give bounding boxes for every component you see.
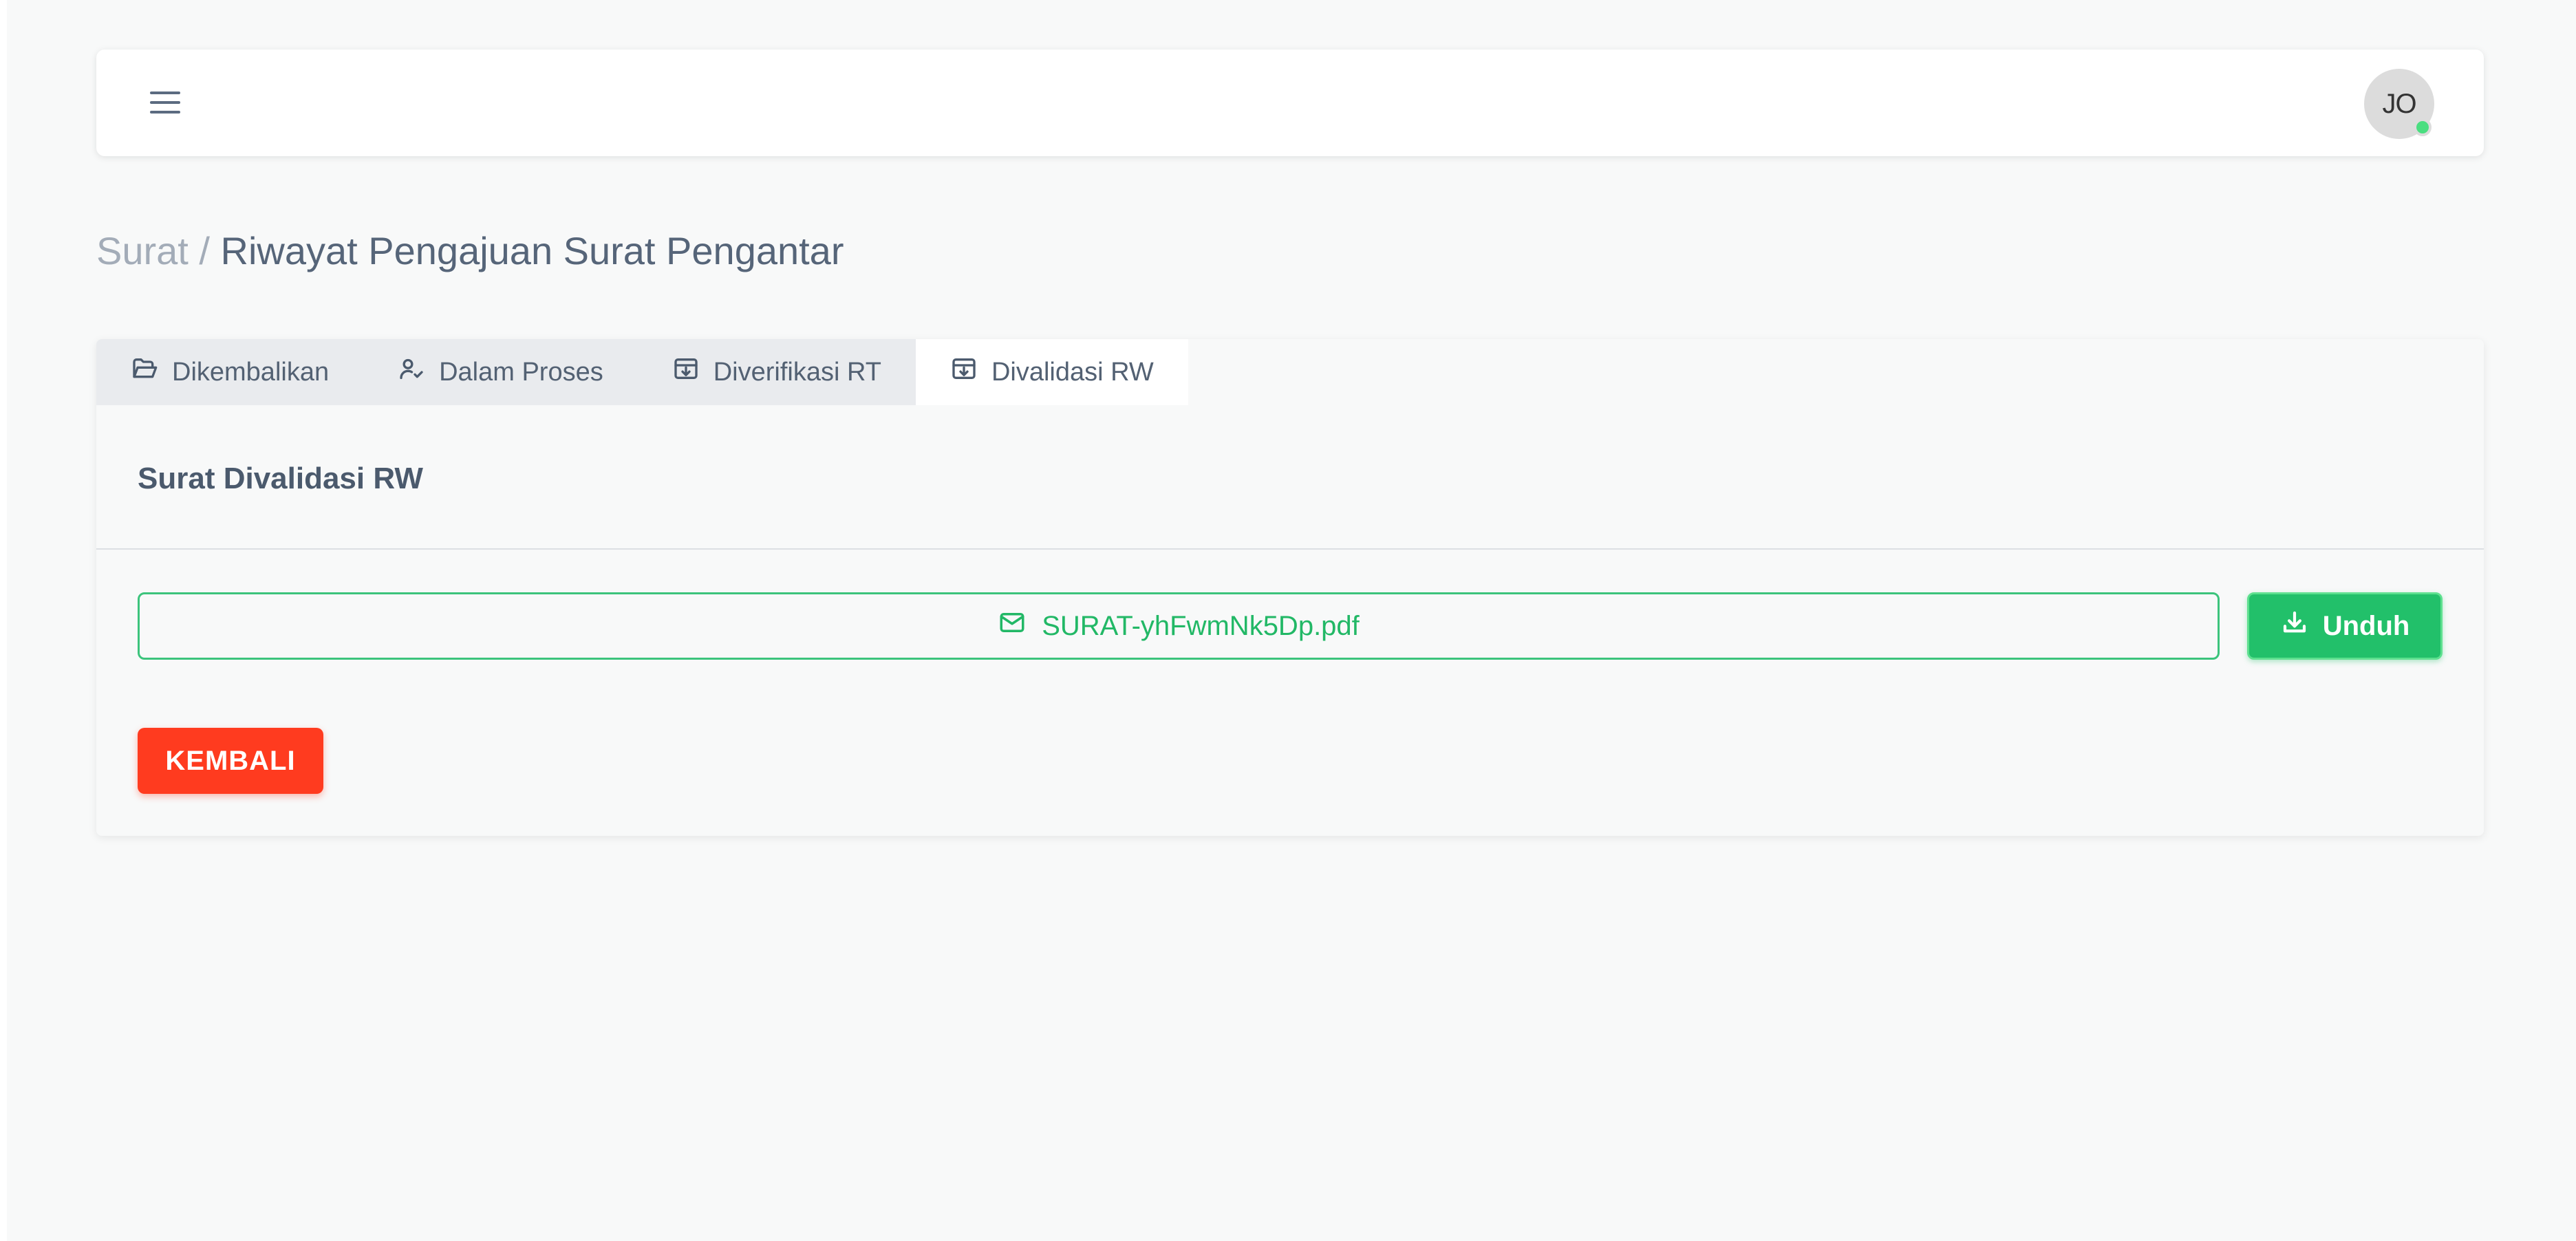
tab-divalidasi-rw[interactable]: Divalidasi RW xyxy=(915,339,1188,405)
download-button[interactable]: Unduh xyxy=(2247,592,2443,660)
folder-open-icon xyxy=(131,355,158,389)
avatar-initials: JO xyxy=(2382,88,2416,119)
window-left-edge xyxy=(0,0,7,1241)
tab-dalam-proses[interactable]: Dalam Proses xyxy=(363,339,638,405)
user-check-icon xyxy=(398,355,425,389)
tab-label: Divalidasi RW xyxy=(991,357,1154,387)
breadcrumb-root[interactable]: Surat xyxy=(96,229,189,272)
envelope-icon xyxy=(998,608,1027,644)
section-title: Surat Divalidasi RW xyxy=(138,462,423,495)
file-name: SURAT-yhFwmNk5Dp.pdf xyxy=(1042,610,1360,641)
top-navbar: JO xyxy=(96,50,2484,156)
back-button[interactable]: KEMBALI xyxy=(138,728,323,794)
breadcrumb-separator: / xyxy=(199,229,210,272)
page-title: Riwayat Pengajuan Surat Pengantar xyxy=(220,229,844,272)
hamburger-menu-icon[interactable] xyxy=(144,85,186,120)
tab-label: Diverifikasi RT xyxy=(713,357,881,387)
tab-label: Dalam Proses xyxy=(439,357,603,387)
breadcrumb: Surat / Riwayat Pengajuan Surat Penganta… xyxy=(96,227,844,275)
section-divider xyxy=(96,548,2484,550)
download-button-label: Unduh xyxy=(2322,610,2410,641)
archive-download-icon xyxy=(672,355,700,389)
tab-label: Dikembalikan xyxy=(172,357,330,387)
letter-history-card: Dikembalikan Dalam Proses Diverifikasi R… xyxy=(96,339,2484,836)
user-avatar[interactable]: JO xyxy=(2364,69,2434,139)
tab-dikembalikan[interactable]: Dikembalikan xyxy=(96,339,364,405)
file-link[interactable]: SURAT-yhFwmNk5Dp.pdf xyxy=(138,592,2220,660)
status-tabs: Dikembalikan Dalam Proses Diverifikasi R… xyxy=(96,339,2484,405)
online-status-dot xyxy=(2414,118,2432,136)
archive-download-icon xyxy=(950,355,978,389)
tab-diverifikasi-rt[interactable]: Diverifikasi RT xyxy=(637,339,916,405)
download-icon xyxy=(2280,608,2309,644)
